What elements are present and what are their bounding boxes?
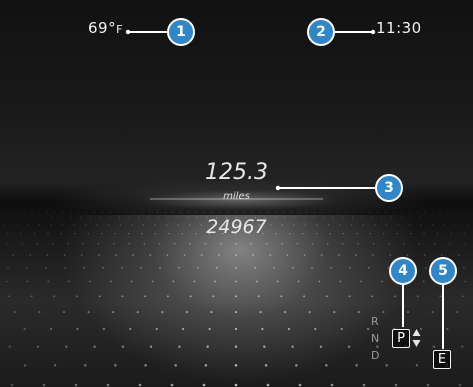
callout-number-3: 3 <box>384 180 394 196</box>
instrument-cluster-display: 69°F 11:30 125.3 miles 24967 R N D P E 1… <box>0 0 473 387</box>
callout-number-4: 4 <box>398 263 408 279</box>
callout-number-5: 5 <box>438 263 448 279</box>
callout-number-1: 1 <box>176 24 186 40</box>
callout-anchor-1 <box>125 29 131 35</box>
callout-number-2: 2 <box>316 24 326 40</box>
callout-anchor-2 <box>370 29 376 35</box>
callout-anchor-3 <box>275 185 281 191</box>
